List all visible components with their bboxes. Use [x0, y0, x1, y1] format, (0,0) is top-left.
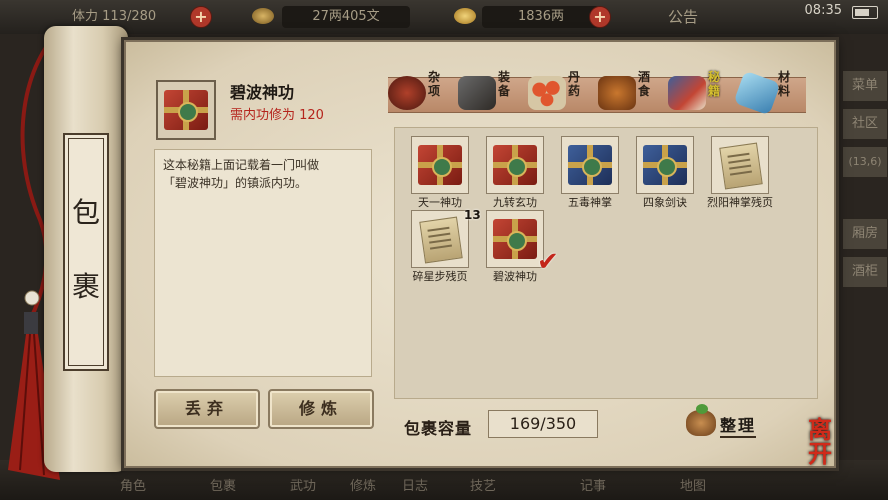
paper-scrap-icon	[419, 216, 463, 264]
tab-misc[interactable]: 杂项	[388, 70, 458, 116]
notice-button[interactable]: 公告	[668, 6, 698, 28]
bottom-tab-martial[interactable]: 武功	[290, 475, 316, 494]
bottom-tab-notes[interactable]: 记事	[580, 475, 606, 494]
side-tab-room[interactable]: 厢房	[842, 218, 888, 250]
tab-label: 酒食	[638, 70, 651, 98]
leave-button[interactable]: 离开	[808, 418, 854, 470]
capacity-label: 包裹容量	[404, 419, 473, 438]
tab-food[interactable]: 酒食	[598, 70, 668, 116]
weapon-icon	[458, 76, 496, 110]
sort-button[interactable]: 整理	[686, 404, 766, 438]
book-icon	[493, 219, 537, 259]
money-bag-icon	[686, 404, 716, 436]
book-icon	[164, 90, 208, 130]
selected-item-icon	[156, 80, 216, 140]
tab-medicine[interactable]: 丹药	[528, 70, 598, 116]
inventory-slot[interactable]: 烈阳神掌残页	[701, 136, 779, 216]
tab-materials[interactable]: 材料	[733, 70, 808, 116]
gold-display: 1836两	[482, 6, 600, 28]
item-description: 这本秘籍上面记载着一门叫做 「碧波神功」的镇派内功。	[163, 158, 320, 190]
crystal-icon	[733, 70, 781, 116]
book-icon	[418, 145, 462, 185]
inventory-slot[interactable]: 五毒神掌	[551, 136, 629, 216]
add-gold-button[interactable]: +	[589, 6, 611, 28]
copper-coin-icon	[252, 8, 274, 24]
slot-name: 碧波神功	[493, 270, 537, 283]
inventory-grid: 天一神功 九转玄功 五毒神掌 四象剑诀 烈阳神掌残页 13 碎星步残页 ✔ 碧波…	[394, 127, 818, 399]
tab-label: 杂项	[428, 70, 441, 98]
add-stamina-button[interactable]: +	[190, 6, 212, 28]
scroll-title-char: 裹	[71, 270, 100, 303]
bottom-tab-map[interactable]: 地图	[680, 475, 706, 494]
side-tab-menu[interactable]: 菜单	[842, 70, 888, 102]
side-tab-community[interactable]: 社区	[842, 108, 888, 140]
gold-ingot-icon	[454, 8, 476, 24]
clock: 08:35	[804, 3, 842, 18]
battery-icon	[852, 6, 878, 19]
top-status-bar: 体力 113/280 + 27两405文 1836两 + 公告 08:35	[0, 0, 888, 34]
tab-label: 装备	[498, 70, 511, 98]
selected-item-name: 碧波神功	[230, 83, 295, 102]
inventory-slot-selected[interactable]: ✔ 碧波神功	[476, 210, 559, 290]
tab-label: 材料	[778, 70, 791, 98]
bottom-tab-log[interactable]: 日志	[402, 475, 428, 494]
side-tab-coordinates: (13,6)	[842, 146, 888, 178]
book-icon	[568, 145, 612, 185]
tab-label: 丹药	[568, 70, 581, 98]
scroll-title: 包 裹	[63, 133, 109, 371]
inventory-slot[interactable]: 九转玄功	[476, 136, 554, 216]
stamina-label: 体力	[72, 9, 99, 24]
jar-icon	[388, 76, 426, 110]
book-icon	[643, 145, 687, 185]
sort-label: 整理	[720, 412, 757, 438]
stamina-value: 113/280	[102, 9, 157, 24]
scroll-title-char: 包	[71, 196, 100, 229]
item-description-box: 这本秘籍上面记载着一门叫做 「碧波神功」的镇派内功。	[154, 149, 372, 377]
stamina-display: 体力 113/280	[72, 6, 156, 28]
tab-equipment[interactable]: 装备	[458, 70, 528, 116]
food-icon	[598, 76, 636, 110]
practice-button[interactable]: 修炼	[268, 389, 374, 429]
tab-manuals[interactable]: 秘籍	[668, 70, 738, 116]
discard-button[interactable]: 丢弃	[154, 389, 260, 429]
bottom-tab-character[interactable]: 角色	[120, 475, 146, 494]
bottom-tab-practice[interactable]: 修炼	[350, 475, 376, 494]
bottom-tab-bag[interactable]: 包裹	[210, 475, 236, 494]
paper-scrap-icon	[719, 142, 763, 190]
side-tab-wine-cabinet[interactable]: 酒柜	[842, 256, 888, 288]
tab-label: 秘籍	[708, 70, 721, 98]
inventory-slot[interactable]: 13 碎星步残页	[401, 208, 481, 290]
inventory-slot[interactable]: 天一神功	[401, 136, 479, 216]
capacity-value: 169/350	[488, 410, 598, 438]
selected-item-requirement: 需内功修为 120	[230, 108, 324, 123]
book-icon	[668, 76, 706, 110]
inventory-slot[interactable]: 四象剑诀	[626, 136, 704, 216]
bag-panel: 碧波神功 需内功修为 120 这本秘籍上面记载着一门叫做 「碧波神功」的镇派内功…	[124, 40, 836, 468]
slot-name: 烈阳神掌残页	[707, 196, 773, 209]
book-icon	[493, 145, 537, 185]
pill-icon	[528, 76, 566, 110]
money-display: 27两405文	[282, 6, 410, 28]
bottom-tab-skills[interactable]: 技艺	[470, 475, 496, 494]
